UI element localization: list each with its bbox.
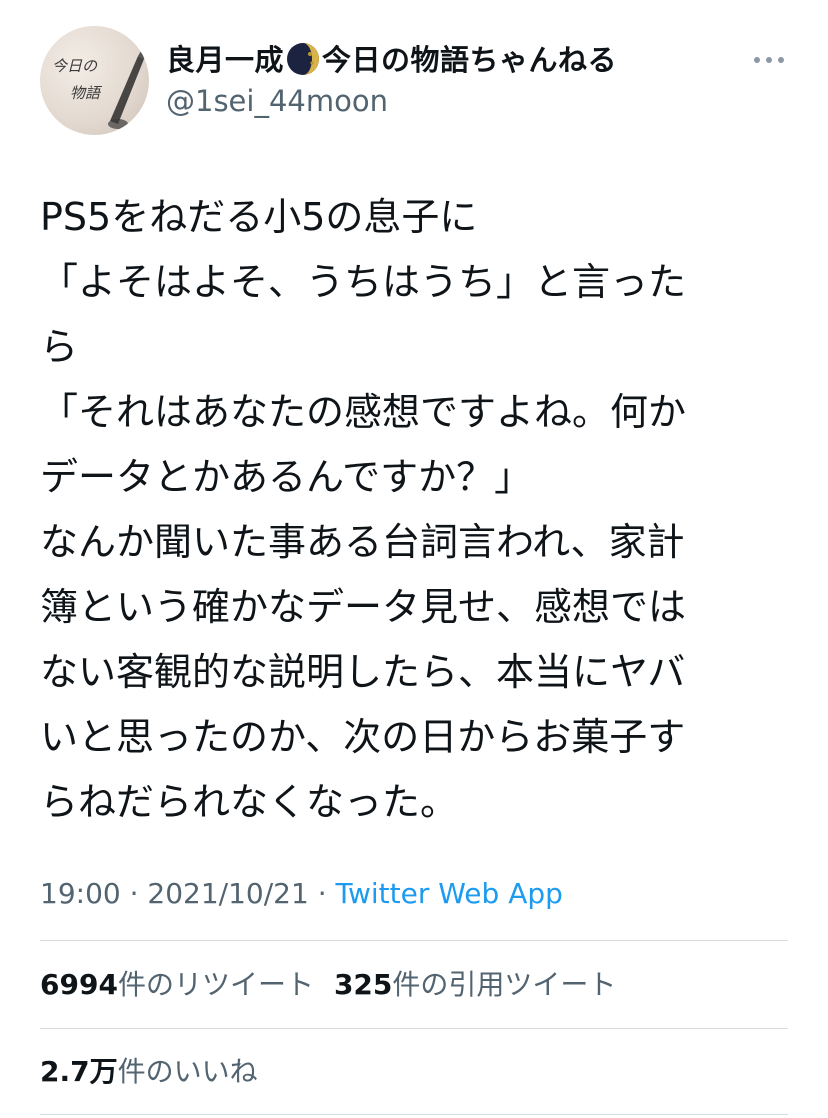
divider [40,1028,788,1029]
tweet-line: 「それはあなたの感想ですよね。何か [40,390,687,434]
author-name-part2: 今日の物語ちゃんねる [322,43,618,77]
meta-separator: · [308,877,336,910]
more-horizontal-icon[interactable] [752,48,786,72]
likes-stat[interactable]: 2.7万件のいいね [40,1055,258,1088]
tweet-line: データとかあるんですか？」 [40,455,533,499]
tweet-source-link[interactable]: Twitter Web App [336,877,563,910]
tweet-line: らねだられなくなった。 [40,780,459,824]
likes-label: 件のいいね [117,1055,258,1088]
retweets-stat[interactable]: 6994件のリツイート [40,968,314,1001]
tweet-line: いと思ったのか、次の日からお菓子す [40,715,686,759]
retweets-label: 件のリツイート [117,968,314,1001]
quotes-stat[interactable]: 325件の引用ツイート [334,968,616,1001]
author-name-part1: 良月一成 [166,43,285,77]
author-handle[interactable]: @1sei_44moon [166,82,388,120]
tweet-line: ら [40,325,79,369]
stats-likes-row: 2.7万件のいいね [40,1052,258,1092]
moon-icon [286,42,320,76]
tweet-time[interactable]: 19:00 [40,877,121,910]
tweet-line: なんか聞いた事ある台詞言われ、家計 [40,520,685,564]
tweet-text: PS5をねだる小5の息子に 「よそはよそ、うちはうち」と言った ら 「それはあな… [40,185,790,835]
quotes-count: 325 [333,968,393,1001]
tweet-date[interactable]: 2021/10/21 [147,877,308,910]
divider [40,940,788,941]
tweet-line: 「よそはよそ、うちはうち」と言った [40,260,687,304]
avatar-text-line2: 物語 [70,84,103,102]
divider [40,1114,788,1115]
avatar-text-line1: 今日の [52,57,98,75]
tweet-line: 簿という確かなデータ見せ、感想では [40,585,687,629]
meta-separator: · [120,877,148,910]
quotes-label: 件の引用ツイート [392,968,617,1001]
tweet-line: PS5をねだる小5の息子に [40,195,478,239]
author-display-name[interactable]: 良月一成 今日の物語ちゃんねる [166,40,617,80]
avatar[interactable]: 今日の 物語 [40,26,149,135]
retweets-count: 6994 [40,968,118,1001]
tweet-detail: 今日の 物語 良月一成 今日の物語ちゃんねる @1sei_44moon PS5を… [0,0,828,1118]
tweet-metadata: 19:00 · 2021/10/21 · Twitter Web App [40,872,563,916]
tweet-line: ない客観的な説明したら、本当にヤバ [40,650,686,694]
likes-count: 2.7万 [40,1055,118,1088]
avatar-image: 今日の 物語 [52,46,148,129]
stats-retweets-row: 6994件のリツイート 325件の引用ツイート [40,965,616,1005]
